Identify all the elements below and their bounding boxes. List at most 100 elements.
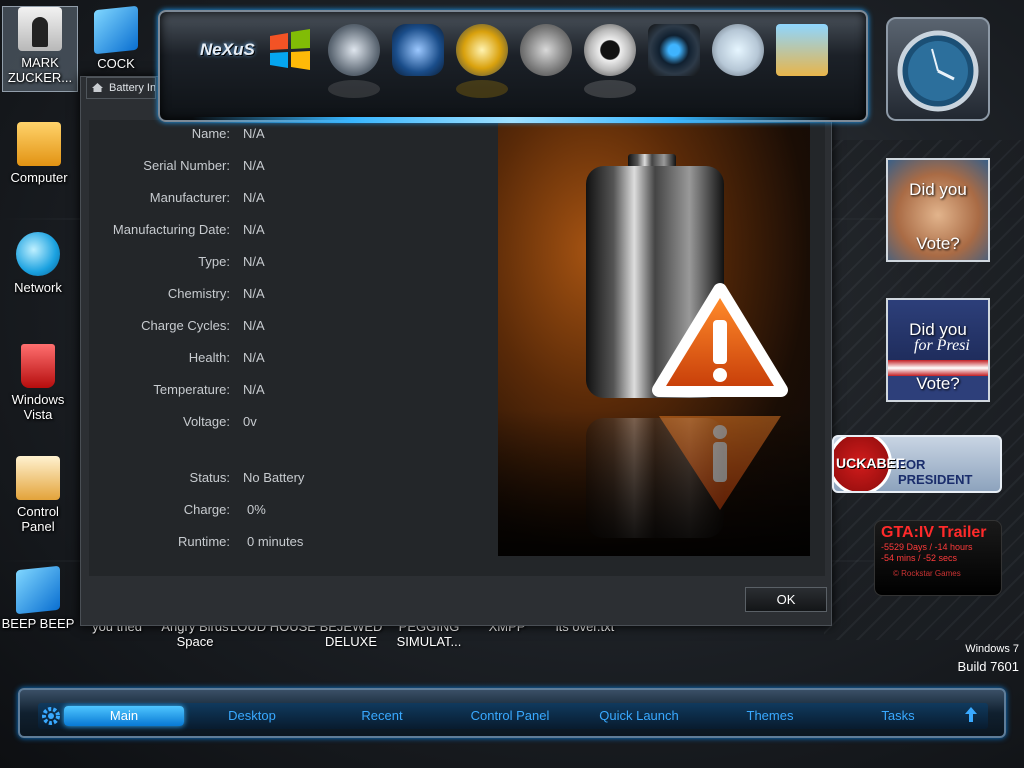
desktop-icon-label: Computer: [10, 170, 68, 185]
status-label: Status:: [189, 470, 230, 485]
computer-icon: [17, 122, 61, 166]
nexus-logo-text: NeXuS: [200, 40, 255, 59]
field-row-voltage: Voltage: 0v: [90, 414, 490, 432]
field-row-mfg-date: Manufacturing Date: N/A: [90, 222, 490, 240]
clock-icon[interactable]: [328, 24, 380, 76]
field-row-type: Type: N/A: [90, 254, 490, 272]
field-value: N/A: [243, 318, 265, 333]
field-value: N/A: [243, 350, 265, 365]
charge-value: 0%: [247, 502, 266, 517]
ok-button[interactable]: OK: [745, 587, 827, 612]
runtime-value: 0 minutes: [247, 534, 304, 549]
windows-logo-icon[interactable]: [264, 24, 316, 76]
taskbar-tab-desktop[interactable]: Desktop: [196, 706, 308, 726]
game-character-icon[interactable]: [776, 24, 828, 76]
taskbar-tab-quick-launch[interactable]: Quick Launch: [580, 706, 698, 726]
globe-icon: [16, 232, 60, 276]
globe-icon[interactable]: [456, 24, 508, 76]
os-build: Build 7601: [957, 659, 1019, 674]
field-label: Voltage:: [183, 414, 230, 429]
taskbar-tab-tasks[interactable]: Tasks: [842, 706, 954, 726]
taskbar-tab-recent[interactable]: Recent: [326, 706, 438, 726]
windows-version-watermark: Windows 7 Build 7601: [958, 640, 1019, 676]
desktop-icon-windows-vista[interactable]: Windows Vista: [0, 344, 76, 422]
desktop-icon-label: MARK ZUCKER...: [7, 55, 73, 85]
desktop-icon-label: Control Panel: [17, 504, 59, 534]
desktop-icon-label: BEEP BEEP: [1, 616, 75, 631]
os-name: Windows 7: [965, 643, 1019, 655]
field-label: Name:: [191, 126, 230, 141]
dialog-title: Battery In: [109, 82, 156, 94]
field-label: Health:: [188, 350, 230, 365]
desktop-icon-computer[interactable]: Computer: [1, 122, 77, 185]
runtime-label: Runtime:: [177, 534, 230, 549]
clock-gadget[interactable]: [886, 17, 990, 121]
document-icon: [16, 565, 60, 615]
field-value: N/A: [243, 222, 265, 237]
dock-reflection: [456, 80, 508, 98]
document-icon: [94, 5, 138, 55]
charge-label: Charge:: [183, 502, 230, 517]
vote-text-bottom: Vote?: [916, 234, 960, 253]
field-label: Serial Number:: [143, 158, 230, 173]
desktop-icon-label: COCK: [97, 56, 135, 71]
field-value: 0v: [243, 414, 257, 429]
desktop-icon-label: Windows Vista: [11, 392, 65, 422]
field-label: Chemistry:: [167, 286, 230, 301]
field-row-manufacturer: Manufacturer: N/A: [90, 190, 490, 208]
desktop-icon-label: Network: [14, 280, 62, 295]
status-value: No Battery: [243, 470, 305, 485]
gta-countdown-gadget[interactable]: GTA:IV Trailer -5529 Days / -14 hours -5…: [874, 520, 1002, 596]
field-row-chemistry: Chemistry: N/A: [90, 286, 490, 304]
charge-row: Charge: 0%: [90, 502, 490, 520]
runtime-row: Runtime: 0 minutes: [90, 534, 490, 552]
field-row-temperature: Temperature: N/A: [90, 382, 490, 400]
field-label: Manufacturer:: [149, 190, 230, 205]
field-label: Type:: [198, 254, 230, 269]
desktop-icon-mark-zucker[interactable]: MARK ZUCKER...: [2, 6, 78, 92]
field-value: N/A: [243, 190, 265, 205]
nexus-logo-icon[interactable]: NeXuS: [198, 24, 255, 76]
gta-credit: © Rockstar Games: [893, 569, 961, 578]
desktop-icon-control-panel[interactable]: Control Panel: [0, 456, 76, 534]
bell-icon[interactable]: [520, 24, 572, 76]
huckabee-gadget[interactable]: UCKABEE FOR PRESIDENT: [832, 435, 1002, 493]
clock-face-icon: [897, 30, 979, 112]
huckabee-name: UCKABEE: [836, 455, 906, 471]
field-label: Charge Cycles:: [141, 318, 230, 333]
status-row: Status: No Battery: [90, 470, 490, 488]
field-row-charge-cycles: Charge Cycles: N/A: [90, 318, 490, 336]
taskbar-tab-themes[interactable]: Themes: [714, 706, 826, 726]
gear-icon[interactable]: [40, 705, 62, 727]
field-row-health: Health: N/A: [90, 350, 490, 368]
vote-gadget-2[interactable]: Did you for Presi Vote?: [886, 298, 990, 402]
gta-title: GTA:IV Trailer: [881, 524, 987, 541]
dock-glow: [192, 117, 832, 123]
desktop-icon-beep-beep[interactable]: BEEP BEEP: [0, 565, 76, 631]
folder-icon: [18, 7, 62, 51]
vote-text-top: Did you: [909, 180, 967, 199]
arrow-up-icon[interactable]: [962, 704, 980, 726]
field-row-serial: Serial Number: N/A: [90, 158, 490, 176]
field-value: N/A: [243, 382, 265, 397]
webcam-icon[interactable]: [584, 24, 636, 76]
battery-icon: [498, 154, 810, 556]
control-panel-icon: [16, 456, 60, 500]
home-icon: [92, 83, 103, 92]
dock-reflection: [328, 80, 380, 98]
field-label: Temperature:: [153, 382, 230, 397]
desktop-icon-cock[interactable]: COCK: [78, 5, 154, 71]
vote-text-bottom: Vote?: [916, 374, 960, 393]
dock-reflection: [584, 80, 636, 98]
vote-gadget-1[interactable]: Did you Vote?: [886, 158, 990, 262]
camera-icon[interactable]: [648, 24, 700, 76]
taskbar-tab-control-panel[interactable]: Control Panel: [450, 706, 570, 726]
emblem-icon[interactable]: [392, 24, 444, 76]
desktop-icon-network[interactable]: Network: [0, 232, 76, 295]
speedometer-icon[interactable]: [712, 24, 764, 76]
gta-countdown-line-2: -54 mins / -52 secs: [881, 553, 958, 563]
field-row-name: Name: N/A: [90, 126, 490, 144]
dialog-title-tab[interactable]: Battery In: [86, 77, 156, 99]
taskbar-tab-main[interactable]: Main: [64, 706, 184, 726]
field-value: N/A: [243, 158, 265, 173]
